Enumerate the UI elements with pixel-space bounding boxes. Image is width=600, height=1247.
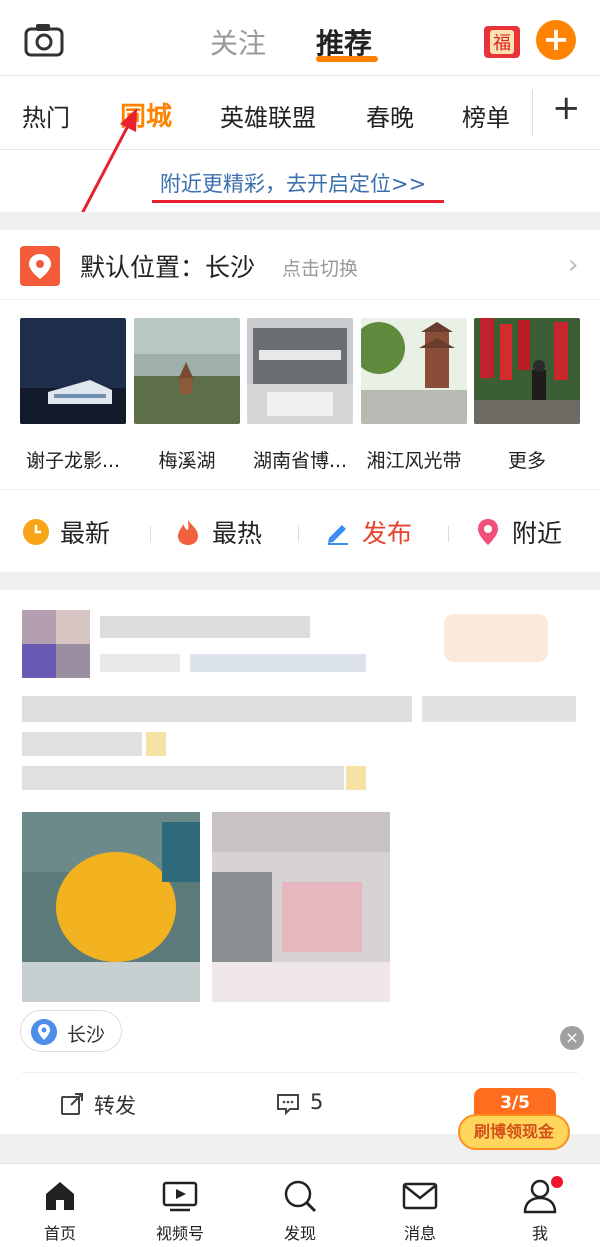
place-thumbnail xyxy=(134,318,240,424)
blurred-text xyxy=(22,766,344,790)
location-pin-icon xyxy=(31,1019,57,1045)
section-gap xyxy=(0,572,600,590)
nav-label: 发现 xyxy=(283,1224,316,1243)
nav-label: 我 xyxy=(531,1224,548,1243)
location-pin-icon xyxy=(478,519,498,545)
places-strip: 谢子龙影... 梅溪湖 湖南省博... 湘江风光带 更多 xyxy=(0,300,600,490)
compose-plus-button[interactable]: + xyxy=(536,20,576,60)
close-icon[interactable]: × xyxy=(560,1026,584,1050)
feed-tab-divider xyxy=(448,526,449,542)
fire-icon xyxy=(178,520,198,545)
add-channel-button[interactable]: + xyxy=(552,88,581,128)
repost-label: 转发 xyxy=(94,1094,136,1118)
card-divider xyxy=(22,1072,578,1073)
mail-icon xyxy=(402,1182,438,1210)
channel-tabs: 热门 同城 英雄联盟 春晚 榜单 + xyxy=(0,76,600,150)
place-item[interactable]: 梅溪湖 xyxy=(134,318,240,473)
enable-location-link[interactable]: 附近更精彩，去开启定位>> xyxy=(160,168,426,198)
pencil-icon xyxy=(328,525,348,545)
place-thumbnail xyxy=(353,318,467,424)
clock-icon xyxy=(23,519,49,545)
place-item[interactable]: 湖南省博... xyxy=(247,318,353,473)
post-location-chip[interactable]: 长沙 xyxy=(20,1010,122,1052)
blurred-emoji xyxy=(346,766,366,790)
avatar[interactable] xyxy=(22,610,90,678)
nav-discover[interactable]: 发现 xyxy=(255,1178,345,1244)
switch-position-link[interactable]: 点击切换 xyxy=(282,254,358,281)
place-thumbnail xyxy=(474,318,580,424)
default-position-row[interactable]: 默认位置：长沙 点击切换 › xyxy=(0,230,600,300)
post-image[interactable] xyxy=(22,812,200,1002)
share-icon xyxy=(61,1093,83,1115)
nav-label: 消息 xyxy=(403,1224,436,1243)
channel-tab-rank[interactable]: 榜单 xyxy=(462,98,510,133)
location-badge-icon xyxy=(20,246,60,286)
place-thumbnail xyxy=(20,318,126,424)
bottom-nav: 首页 视频号 发现 消息 我 xyxy=(0,1163,600,1247)
nav-messages[interactable]: 消息 xyxy=(375,1178,465,1244)
nav-me[interactable]: 我 xyxy=(495,1178,585,1244)
blurred-text xyxy=(422,696,576,722)
place-item[interactable]: 湘江风光带 xyxy=(353,318,467,473)
post-location-label: 长沙 xyxy=(67,1024,106,1046)
camera-icon[interactable] xyxy=(24,22,64,58)
home-icon xyxy=(46,1182,74,1210)
place-item[interactable]: 谢子龙影... xyxy=(20,318,126,473)
feed-tab-label: 附近 xyxy=(512,519,563,548)
tab-following[interactable]: 关注 xyxy=(210,22,266,62)
feed-tab-label: 最新 xyxy=(60,519,111,548)
red-envelope-icon[interactable]: 福 xyxy=(482,22,522,60)
cash-reward-badge[interactable]: 3/5 刷博领现金 xyxy=(458,1088,570,1152)
place-thumbnail xyxy=(247,318,353,424)
channel-tab-lol[interactable]: 英雄联盟 xyxy=(220,98,316,133)
post-image[interactable] xyxy=(212,812,390,1002)
place-name: 湘江风光带 xyxy=(366,450,462,472)
nav-video[interactable]: 视频号 xyxy=(135,1178,225,1244)
place-name: 更多 xyxy=(507,450,546,472)
fu-label: 福 xyxy=(493,33,511,54)
nav-home[interactable]: 首页 xyxy=(15,1178,105,1244)
comment-count: 5 xyxy=(310,1090,324,1114)
promo-label: 刷博领现金 xyxy=(458,1114,570,1150)
active-tab-indicator xyxy=(316,56,378,62)
blurred-emoji xyxy=(146,732,166,756)
search-icon xyxy=(284,1180,317,1213)
feed-tab-label: 最热 xyxy=(212,519,263,548)
channel-tab-hot[interactable]: 热门 xyxy=(22,98,70,133)
section-gap xyxy=(0,212,600,230)
blurred-text xyxy=(22,696,412,722)
blurred-username xyxy=(100,616,310,638)
blurred-follow-button[interactable] xyxy=(444,614,548,662)
notification-dot xyxy=(551,1176,563,1188)
blurred-meta xyxy=(100,654,180,672)
feed-tabs: 最新 最热 发布 附近 xyxy=(0,490,600,572)
default-position-label: 默认位置：长沙 xyxy=(80,253,256,282)
chevron-right-icon[interactable]: › xyxy=(568,250,578,280)
comment-icon xyxy=(277,1094,299,1116)
place-item[interactable]: 更多 xyxy=(474,318,580,473)
blurred-meta xyxy=(190,654,366,672)
place-name: 梅溪湖 xyxy=(158,450,216,472)
channel-tab-gala[interactable]: 春晚 xyxy=(366,98,414,133)
place-name: 湖南省博... xyxy=(252,450,348,472)
nav-label: 首页 xyxy=(43,1224,76,1243)
feed-tab-label: 发布 xyxy=(362,519,413,548)
nav-label: 视频号 xyxy=(155,1224,204,1243)
blurred-text xyxy=(22,732,142,756)
channel-divider xyxy=(532,90,533,136)
top-bar: 关注 推荐 福 + xyxy=(0,0,600,76)
place-name: 谢子龙影... xyxy=(25,450,121,472)
post-card[interactable]: 长沙 × 转发 5 xyxy=(0,590,600,1134)
annotation-underline xyxy=(152,200,444,203)
feed-tab-divider xyxy=(298,526,299,542)
video-icon xyxy=(162,1181,198,1212)
feed-tab-divider xyxy=(150,526,151,542)
channel-tab-local[interactable]: 同城 xyxy=(120,96,172,133)
